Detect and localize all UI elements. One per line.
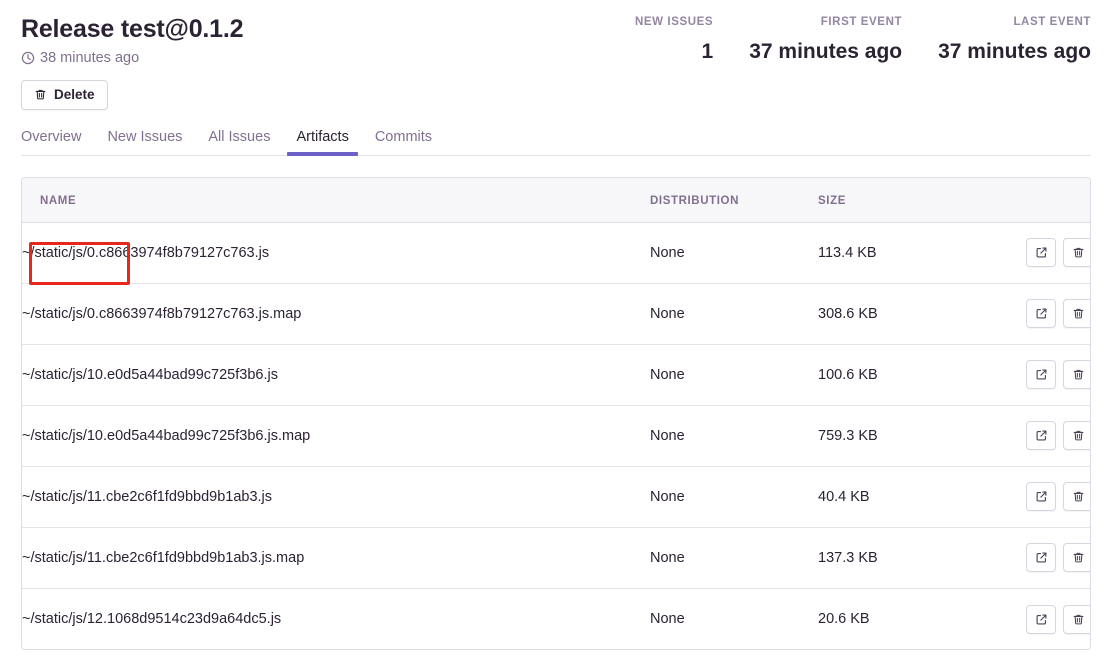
delete-artifact-button[interactable] — [1063, 604, 1090, 634]
stat-last-event: LAST EVENT 37 minutes ago — [938, 16, 1091, 63]
artifacts-table-head: NAME DISTRIBUTION SIZE — [22, 178, 1090, 223]
table-row[interactable]: ~/static/js/10.e0d5a44bad99c725f3b6.js N… — [22, 343, 1090, 406]
table-row[interactable]: ~/static/js/10.e0d5a44bad99c725f3b6.js.m… — [22, 404, 1090, 467]
artifact-size: 759.3 KB — [818, 404, 1003, 467]
artifact-size: 100.6 KB — [818, 343, 1003, 406]
tab-artifacts[interactable]: Artifacts — [287, 130, 359, 156]
artifact-actions — [1003, 404, 1090, 467]
artifact-name: ~/static/js/11.cbe2c6f1fd9bbd9b1ab3.js — [22, 465, 650, 528]
release-artifacts-page: Release test@0.1.2 38 minutes ago NEW IS… — [0, 0, 1117, 665]
open-artifact-button[interactable] — [1026, 360, 1056, 390]
artifact-actions — [1003, 343, 1090, 406]
table-row[interactable]: ~/static/js/11.cbe2c6f1fd9bbd9b1ab3.js.m… — [22, 526, 1090, 589]
artifact-distribution: None — [650, 587, 818, 650]
artifacts-table: NAME DISTRIBUTION SIZE ~/static/js/0.c86… — [22, 178, 1090, 650]
stat-last-event-value: 37 minutes ago — [938, 39, 1091, 63]
delete-release-button[interactable]: Delete — [21, 79, 108, 110]
page-actions: Delete — [0, 66, 1117, 110]
trash-icon — [1072, 490, 1085, 503]
artifact-actions — [1003, 587, 1090, 650]
trash-icon — [1072, 551, 1085, 564]
artifact-name: ~/static/js/0.c8663974f8b79127c763.js — [22, 244, 270, 261]
artifact-name: ~/static/js/11.cbe2c6f1fd9bbd9b1ab3.js.m… — [22, 526, 650, 589]
table-row[interactable]: ~/static/js/12.1068d9514c23d9a64dc5.js N… — [22, 587, 1090, 650]
trash-icon — [1072, 307, 1085, 320]
tab-all-issues[interactable]: All Issues — [199, 130, 279, 156]
artifact-actions — [1003, 222, 1090, 283]
artifact-distribution: None — [650, 526, 818, 589]
stat-new-issues: NEW ISSUES 1 — [635, 16, 714, 63]
external-link-icon — [1035, 613, 1048, 626]
column-header-size: SIZE — [818, 178, 1003, 223]
stat-new-issues-value: 1 — [701, 39, 714, 63]
external-link-icon — [1035, 429, 1048, 442]
stat-first-event: FIRST EVENT 37 minutes ago — [749, 16, 903, 63]
open-artifact-button[interactable] — [1026, 299, 1056, 329]
delete-artifact-button[interactable] — [1063, 299, 1090, 329]
artifact-name: ~/static/js/12.1068d9514c23d9a64dc5.js — [22, 587, 650, 650]
table-row[interactable]: ~/static/js/0.c8663974f8b79127c763.js No… — [22, 222, 1090, 283]
artifact-distribution: None — [650, 282, 818, 345]
stat-first-event-value: 37 minutes ago — [749, 39, 903, 63]
artifact-size: 40.4 KB — [818, 465, 1003, 528]
stat-first-event-label: FIRST EVENT — [820, 16, 903, 28]
trash-icon — [1072, 368, 1085, 381]
trash-icon — [34, 88, 47, 101]
external-link-icon — [1035, 368, 1048, 381]
stat-new-issues-label: NEW ISSUES — [635, 16, 714, 28]
table-row[interactable]: ~/static/js/11.cbe2c6f1fd9bbd9b1ab3.js N… — [22, 465, 1090, 528]
column-header-name: NAME — [22, 178, 650, 223]
table-header-row: NAME DISTRIBUTION SIZE — [22, 178, 1090, 223]
delete-release-label: Delete — [54, 87, 95, 103]
external-link-icon — [1035, 490, 1048, 503]
tab-commits[interactable]: Commits — [366, 130, 441, 156]
column-header-distribution: DISTRIBUTION — [650, 178, 818, 223]
open-artifact-button[interactable] — [1026, 482, 1056, 512]
artifact-name: ~/static/js/10.e0d5a44bad99c725f3b6.js — [22, 343, 650, 406]
artifact-actions — [1003, 526, 1090, 589]
external-link-icon — [1035, 307, 1048, 320]
artifact-distribution: None — [650, 465, 818, 528]
open-artifact-button[interactable] — [1026, 604, 1056, 634]
external-link-icon — [1035, 246, 1048, 259]
artifact-distribution: None — [650, 244, 685, 261]
artifact-size: 20.6 KB — [818, 587, 1003, 650]
external-link-icon — [1035, 551, 1048, 564]
tab-overview[interactable]: Overview — [21, 130, 90, 156]
artifacts-table-body: ~/static/js/0.c8663974f8b79127c763.js No… — [22, 222, 1090, 650]
page-header: Release test@0.1.2 38 minutes ago NEW IS… — [0, 0, 1117, 66]
artifacts-panel: NAME DISTRIBUTION SIZE ~/static/js/0.c86… — [21, 177, 1091, 651]
stat-last-event-label: LAST EVENT — [1013, 16, 1091, 28]
page-title: Release test@0.1.2 — [21, 15, 244, 43]
column-header-actions — [1003, 178, 1090, 223]
artifact-actions — [1003, 282, 1090, 345]
open-artifact-button[interactable] — [1026, 543, 1056, 573]
artifact-distribution: None — [650, 404, 818, 467]
artifact-name: ~/static/js/0.c8663974f8b79127c763.js.ma… — [22, 282, 650, 345]
open-artifact-button[interactable] — [1026, 421, 1056, 451]
trash-icon — [1072, 246, 1085, 259]
release-timestamp: 38 minutes ago — [21, 50, 635, 66]
delete-artifact-button[interactable] — [1063, 482, 1090, 512]
clock-icon — [21, 51, 35, 65]
delete-artifact-button[interactable] — [1063, 360, 1090, 390]
release-timestamp-label: 38 minutes ago — [40, 49, 140, 66]
trash-icon — [1072, 429, 1085, 442]
trash-icon — [1072, 613, 1085, 626]
header-stats: NEW ISSUES 1 FIRST EVENT 37 minutes ago … — [635, 10, 1091, 63]
delete-artifact-button[interactable] — [1063, 543, 1090, 573]
table-row[interactable]: ~/static/js/0.c8663974f8b79127c763.js.ma… — [22, 282, 1090, 345]
artifact-size: 137.3 KB — [818, 526, 1003, 589]
artifact-name: ~/static/js/10.e0d5a44bad99c725f3b6.js.m… — [22, 404, 650, 467]
artifact-distribution: None — [650, 343, 818, 406]
delete-artifact-button[interactable] — [1063, 421, 1090, 451]
open-artifact-button[interactable] — [1026, 238, 1056, 268]
artifact-actions — [1003, 465, 1090, 528]
artifact-size: 113.4 KB — [818, 244, 877, 261]
header-left: Release test@0.1.2 38 minutes ago — [21, 10, 635, 66]
tab-new-issues[interactable]: New Issues — [98, 130, 191, 156]
release-tabs: Overview New Issues All Issues Artifacts… — [21, 130, 1091, 157]
artifact-size: 308.6 KB — [818, 282, 1003, 345]
delete-artifact-button[interactable] — [1063, 238, 1090, 268]
